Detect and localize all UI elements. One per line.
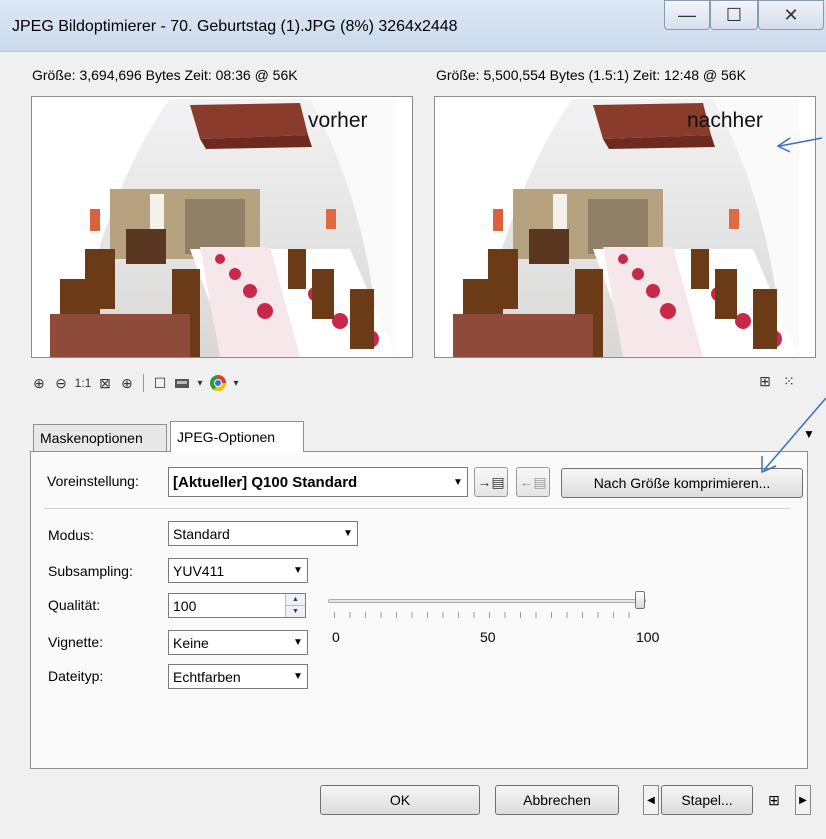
slider-min-label: 0 xyxy=(332,629,340,645)
quality-value[interactable]: 100 xyxy=(169,598,285,614)
preview-toolbar: ⊕ ⊖ 1:1 ⊠ ⊕ ☐ ▾ ▾ xyxy=(30,372,241,394)
fit-window-icon[interactable]: ⊠ xyxy=(96,374,114,392)
batch-button[interactable]: Stapel... xyxy=(661,785,753,815)
delete-preset-button[interactable]: ←▤ xyxy=(516,467,550,497)
divider xyxy=(44,508,790,509)
compress-to-size-button[interactable]: Nach Größe komprimieren... xyxy=(561,468,803,498)
quality-spin[interactable]: ▲ ▼ xyxy=(285,594,305,617)
tab-jpeg-options[interactable]: JPEG-Optionen xyxy=(170,421,304,452)
subsampling-select[interactable]: YUV411 ▼ xyxy=(168,558,308,583)
after-size-info: Größe: 5,500,554 Bytes (1.5:1) Zeit: 12:… xyxy=(436,67,746,83)
before-label: vorher xyxy=(308,109,368,132)
maximize-button[interactable]: ☐ xyxy=(710,0,758,30)
zoom-in-icon[interactable]: ⊕ xyxy=(30,374,48,392)
background-dropdown-icon[interactable]: ▾ xyxy=(195,374,205,392)
delete-preset-icon: ←▤ xyxy=(519,473,547,490)
cancel-button[interactable]: Abbrechen xyxy=(495,785,619,815)
slider-mid-label: 50 xyxy=(480,629,496,645)
toolbar-right: ⊞ ⁙ xyxy=(756,372,798,390)
subsampling-label: Subsampling: xyxy=(48,563,133,579)
jpeg-options-panel xyxy=(30,451,808,769)
close-button[interactable]: ✕ xyxy=(758,0,824,30)
single-view-icon[interactable]: ☐ xyxy=(151,374,169,392)
preset-value: [Aktueller] Q100 Standard xyxy=(173,473,358,491)
vignette-value: Keine xyxy=(173,634,209,651)
toolbar-separator xyxy=(143,374,144,392)
chevron-down-icon: ▼ xyxy=(293,565,303,576)
save-preset-button[interactable]: →▤ xyxy=(474,467,508,497)
filetype-label: Dateityp: xyxy=(48,668,104,684)
mode-select[interactable]: Standard ▼ xyxy=(168,521,358,546)
help-button[interactable]: ⊞ xyxy=(760,785,788,815)
spin-down-icon[interactable]: ▼ xyxy=(286,605,305,617)
split-view-icon[interactable]: ⊞ xyxy=(756,372,774,390)
quality-stepper[interactable]: 100 ▲ ▼ xyxy=(168,593,306,618)
grid-view-icon[interactable]: ⁙ xyxy=(780,372,798,390)
preset-select[interactable]: [Aktueller] Q100 Standard ▼ xyxy=(168,467,468,497)
spin-up-icon[interactable]: ▲ xyxy=(286,594,305,605)
slider-ticks xyxy=(334,612,644,618)
browser-preview-icon[interactable] xyxy=(209,374,227,392)
filetype-value: Echtfarben xyxy=(173,668,241,685)
preset-label: Voreinstellung: xyxy=(47,473,139,489)
zoom-out-icon[interactable]: ⊖ xyxy=(52,374,70,392)
help-icon: ⊞ xyxy=(768,791,780,808)
chevron-right-icon: ▶ xyxy=(799,794,807,806)
maximize-icon: ☐ xyxy=(725,5,743,25)
chevron-down-icon: ▼ xyxy=(453,476,463,488)
vignette-label: Vignette: xyxy=(48,634,104,650)
quality-label: Qualität: xyxy=(48,597,101,613)
after-label: nachher xyxy=(687,109,763,132)
window-title: JPEG Bildoptimierer - 70. Geburtstag (1)… xyxy=(12,18,458,35)
filetype-select[interactable]: Echtfarben ▼ xyxy=(168,664,308,689)
subsampling-value: YUV411 xyxy=(173,562,225,579)
ok-button[interactable]: OK xyxy=(320,785,480,815)
close-icon: ✕ xyxy=(783,5,799,25)
slider-max-label: 100 xyxy=(636,629,660,645)
chevron-down-icon: ▼ xyxy=(293,671,303,682)
after-photo xyxy=(453,99,799,357)
quality-slider-thumb[interactable] xyxy=(635,591,645,609)
mode-label: Modus: xyxy=(48,527,94,543)
background-color-icon[interactable] xyxy=(173,374,191,392)
quality-slider[interactable] xyxy=(328,599,646,603)
vignette-select[interactable]: Keine ▼ xyxy=(168,630,308,655)
save-preset-icon: →▤ xyxy=(477,473,505,490)
before-photo xyxy=(50,99,396,357)
before-size-info: Größe: 3,694,696 Bytes Zeit: 08:36 @ 56K xyxy=(32,67,298,83)
actual-size-icon[interactable]: 1:1 xyxy=(74,374,92,392)
before-preview[interactable]: vorher xyxy=(31,96,413,358)
minimize-button[interactable]: — xyxy=(664,0,710,30)
browser-dropdown-icon[interactable]: ▾ xyxy=(231,374,241,392)
tab-mask-options[interactable]: Maskenoptionen xyxy=(33,424,167,451)
tab-menu-arrow-icon[interactable]: ▼ xyxy=(803,427,815,441)
mode-value: Standard xyxy=(173,525,230,542)
next-batch-button[interactable]: ▶ xyxy=(795,785,811,815)
pan-icon[interactable]: ⊕ xyxy=(118,374,136,392)
chevron-down-icon: ▼ xyxy=(343,528,353,539)
prev-batch-button[interactable]: ◀ xyxy=(643,785,659,815)
title-bar: JPEG Bildoptimierer - 70. Geburtstag (1)… xyxy=(0,0,826,52)
chevron-down-icon: ▼ xyxy=(293,637,303,648)
after-preview[interactable]: nachher xyxy=(434,96,816,358)
minimize-icon: — xyxy=(678,5,696,25)
chevron-left-icon: ◀ xyxy=(647,794,655,806)
